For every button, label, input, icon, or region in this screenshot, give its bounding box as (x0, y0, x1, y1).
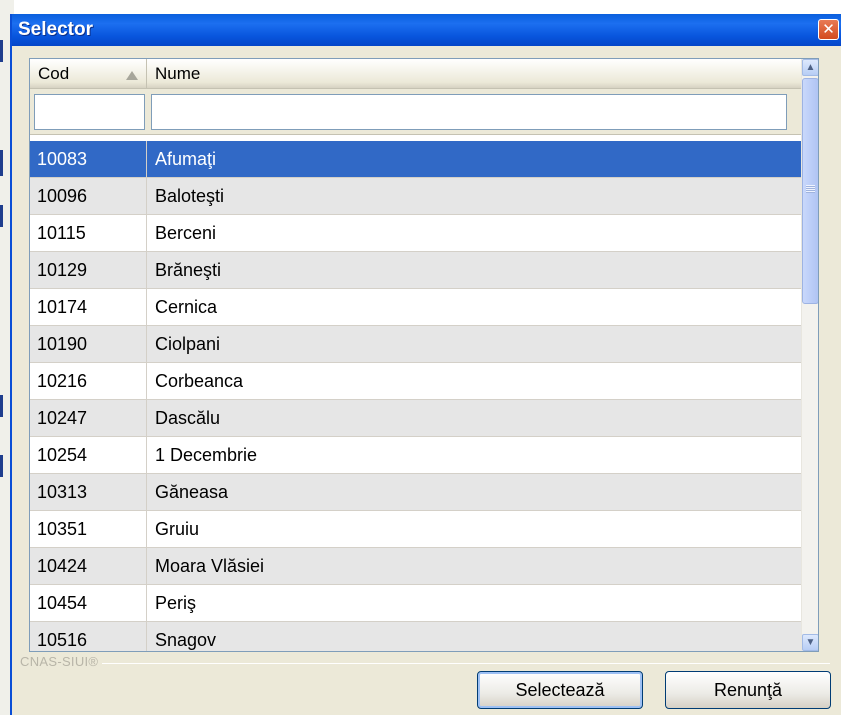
table-row[interactable]: 10190 Ciolpani (30, 326, 803, 363)
nume-cell: Corbeanca (155, 371, 244, 391)
cod-cell: 10216 (30, 363, 147, 399)
grid-header: Cod Nume (30, 59, 803, 89)
nume-cell: Ciolpani (155, 334, 221, 354)
nume-cell: Afumaţi (155, 149, 217, 169)
watermark: CNAS-SIUI® (20, 654, 99, 669)
nume-cell: Gruiu (155, 519, 200, 539)
cod-cell: 10096 (30, 178, 147, 214)
title-bar[interactable]: Selector ✕ (12, 14, 841, 46)
cod-cell: 10129 (30, 252, 147, 288)
table-row[interactable]: 10247 Dascălu (30, 400, 803, 437)
nume-cell: 1 Decembrie (155, 445, 258, 465)
nume-cell: Cernica (155, 297, 218, 317)
table-row[interactable]: 10083 Afumaţi (30, 141, 803, 178)
cod-cell: 10516 (30, 622, 147, 651)
filter-row (30, 89, 803, 135)
background-mark (0, 150, 3, 176)
cod-cell: 10313 (30, 474, 147, 510)
cod-cell: 10254 (30, 437, 147, 473)
table-row[interactable]: 10454 Periş (30, 585, 803, 622)
table-row[interactable]: 10129 Brăneşti (30, 252, 803, 289)
cod-cell: 10247 (30, 400, 147, 436)
background-mark (0, 455, 3, 477)
cod-cell: 10083 (30, 141, 147, 177)
column-header-cod[interactable]: Cod (30, 59, 147, 89)
nume-cell: Snagov (155, 630, 217, 650)
divider (102, 663, 830, 664)
window-title: Selector (18, 19, 93, 40)
nume-filter-input[interactable] (151, 94, 787, 130)
select-button[interactable]: Selectează (477, 671, 643, 709)
nume-cell: Periş (155, 593, 197, 613)
table-row[interactable]: 10174 Cernica (30, 289, 803, 326)
scroll-thumb[interactable] (802, 78, 818, 304)
cod-cell: 10424 (30, 548, 147, 584)
scroll-up-button[interactable]: ▲ (802, 59, 818, 76)
table-row[interactable]: 10424 Moara Vlăsiei (30, 548, 803, 585)
background-mark (0, 40, 3, 62)
table-row[interactable]: 10254 1 Decembrie (30, 437, 803, 474)
nume-cell: Berceni (155, 223, 217, 243)
nume-cell: Găneasa (155, 482, 229, 502)
selector-grid: Cod Nume 10083 Afumaţi 10096 Baloteşti 10115… (29, 58, 819, 652)
table-row[interactable]: 10351 Gruiu (30, 511, 803, 548)
sort-ascending-icon (126, 71, 138, 80)
table-row[interactable]: 10216 Corbeanca (30, 363, 803, 400)
scroll-up-icon: ▲ (805, 62, 816, 73)
scroll-down-button[interactable]: ▼ (802, 634, 818, 651)
background-mark (0, 395, 3, 417)
selector-dialog: Selector ✕ Cod Nume 10083 Afumaţi 10096 Bal… (10, 14, 841, 715)
table-row[interactable]: 10115 Berceni (30, 215, 803, 252)
close-button[interactable]: ✕ (818, 19, 839, 40)
column-header-nume[interactable]: Nume (147, 59, 803, 89)
grid-rows: 10083 Afumaţi 10096 Baloteşti 10115 Berceni 10… (30, 141, 803, 651)
cod-cell: 10115 (30, 215, 147, 251)
nume-cell: Baloteşti (155, 186, 225, 206)
cancel-button[interactable]: Renunţă (665, 671, 831, 709)
nume-cell: Moara Vlăsiei (155, 556, 265, 576)
nume-cell: Brăneşti (155, 260, 222, 280)
nume-cell: Dascălu (155, 408, 221, 428)
column-header-label: Nume (155, 64, 201, 83)
scroll-down-icon: ▼ (805, 637, 816, 648)
table-row[interactable]: 10313 Găneasa (30, 474, 803, 511)
cod-cell: 10174 (30, 289, 147, 325)
cod-cell: 10190 (30, 326, 147, 362)
grip-icon (806, 185, 815, 193)
cod-cell: 10351 (30, 511, 147, 547)
table-row[interactable]: 10096 Baloteşti (30, 178, 803, 215)
column-header-label: Cod (38, 64, 70, 83)
close-icon: ✕ (822, 21, 835, 38)
cod-cell: 10454 (30, 585, 147, 621)
table-row[interactable]: 10516 Snagov (30, 622, 803, 651)
cod-filter-input[interactable] (34, 94, 145, 130)
vertical-scrollbar[interactable]: ▲ ▼ (801, 59, 818, 651)
background-mark (0, 205, 3, 227)
